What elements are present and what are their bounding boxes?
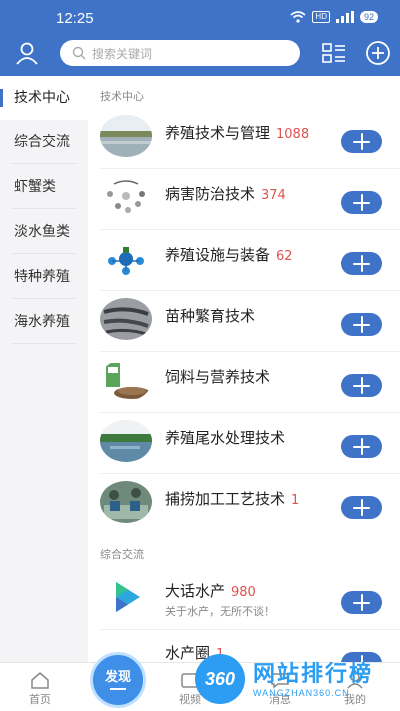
top-header: 12:25 HD 92 搜索关键词 (0, 0, 400, 76)
item-count: 980 (231, 585, 256, 600)
tab-home[interactable]: 首页 (10, 671, 70, 707)
sidebar-item-label: 淡水鱼类 (14, 224, 70, 240)
signal-icon (335, 11, 354, 23)
item-title: 苗种繁育技术 (165, 307, 256, 325)
list-item[interactable]: 养殖设施与装备 62 (88, 230, 400, 291)
user-icon[interactable] (14, 40, 40, 66)
add-button[interactable] (341, 130, 382, 153)
item-count: 1 (291, 493, 300, 508)
item-count: 62 (276, 249, 293, 264)
item-title: 大话水产 (165, 582, 226, 600)
sidebar-item-marine-breeding[interactable]: 海水养殖 (0, 300, 88, 344)
add-button[interactable] (341, 313, 382, 336)
disease-diagram-thumbnail (100, 176, 152, 218)
discover-underline (110, 688, 126, 690)
video-play-logo (100, 576, 152, 618)
search-input[interactable]: 搜索关键词 (60, 40, 300, 66)
sidebar-item-label: 技术中心 (14, 90, 70, 106)
list-item[interactable]: 养殖技术与管理 1088 (88, 108, 400, 169)
status-bar: 12:25 HD 92 (0, 0, 400, 36)
watermark-badge: 360 (195, 654, 245, 704)
search-placeholder: 搜索关键词 (92, 46, 153, 61)
item-title: 病害防治技术 (165, 185, 256, 203)
add-button[interactable] (341, 252, 382, 275)
watermark: 360 网站排行榜 WANGZHAN360.CN (195, 650, 400, 711)
add-button[interactable] (341, 591, 382, 614)
item-title: 饲料与营养技术 (165, 368, 271, 386)
battery-icon: 92 (359, 11, 378, 23)
wastewater-thumbnail (100, 420, 152, 462)
wifi-icon (290, 11, 306, 23)
status-time: 12:25 (56, 10, 94, 27)
sidebar-item-label: 综合交流 (14, 134, 70, 150)
tab-label: 首页 (29, 693, 51, 706)
aerator-thumbnail (100, 237, 152, 279)
list-item[interactable]: 大话水产 980 关于水产，无所不谈！ (88, 569, 400, 630)
discover-button[interactable]: 发现 (90, 652, 146, 708)
category-sidebar: 技术中心 综合交流 虾蟹类 淡水鱼类 特种养殖 海水养殖 (0, 76, 88, 662)
list-item[interactable]: 病害防治技术 374 (88, 169, 400, 230)
hd-badge: HD (312, 11, 330, 23)
content-list: 技术中心 养殖技术与管理 1088 病害防治技术 374 养殖设施与装备 62 苗种繁… (88, 76, 400, 662)
sidebar-item-special-breeding[interactable]: 特种养殖 (0, 255, 88, 299)
status-icons: HD 92 (290, 11, 378, 23)
fish-fry-thumbnail (100, 298, 152, 340)
add-button[interactable] (341, 191, 382, 214)
list-item[interactable]: 捕捞加工工艺技术 1 (88, 474, 400, 535)
list-view-icon[interactable] (322, 42, 346, 64)
add-button[interactable] (341, 374, 382, 397)
item-title: 捕捞加工工艺技术 (165, 490, 286, 508)
item-title: 养殖技术与管理 (165, 124, 271, 142)
search-icon (72, 46, 86, 60)
item-title: 养殖尾水处理技术 (165, 429, 286, 447)
add-button[interactable] (341, 496, 382, 519)
sidebar-item-general-exchange[interactable]: 综合交流 (0, 120, 88, 164)
section-title: 综合交流 (100, 548, 144, 561)
list-item[interactable]: 苗种繁育技术 (88, 291, 400, 352)
list-item[interactable]: 饲料与营养技术 (88, 352, 400, 413)
sidebar-item-label: 特种养殖 (14, 269, 70, 285)
add-button[interactable] (341, 435, 382, 458)
pond-thumbnail (100, 115, 152, 157)
list-item[interactable]: 养殖尾水处理技术 (88, 413, 400, 474)
watermark-url: WANGZHAN360.CN (253, 688, 350, 698)
feed-thumbnail (100, 359, 152, 401)
add-circle-icon[interactable] (365, 40, 391, 66)
item-count: 1088 (276, 127, 310, 142)
item-count: 374 (261, 188, 286, 203)
home-icon (31, 672, 49, 689)
discover-label: 发现 (104, 670, 131, 685)
item-title: 养殖设施与装备 (165, 246, 271, 264)
section-title: 技术中心 (100, 90, 144, 103)
sidebar-item-label: 虾蟹类 (14, 179, 56, 195)
sidebar-item-label: 海水养殖 (14, 314, 70, 330)
item-subtitle: 关于水产，无所不谈！ (165, 605, 275, 618)
sidebar-item-shrimp-crab[interactable]: 虾蟹类 (0, 165, 88, 209)
watermark-brand: 网站排行榜 (253, 662, 374, 687)
sidebar-item-tech-center[interactable]: 技术中心 (0, 76, 88, 120)
sidebar-item-freshwater-fish[interactable]: 淡水鱼类 (0, 210, 88, 254)
processing-thumbnail (100, 481, 152, 523)
